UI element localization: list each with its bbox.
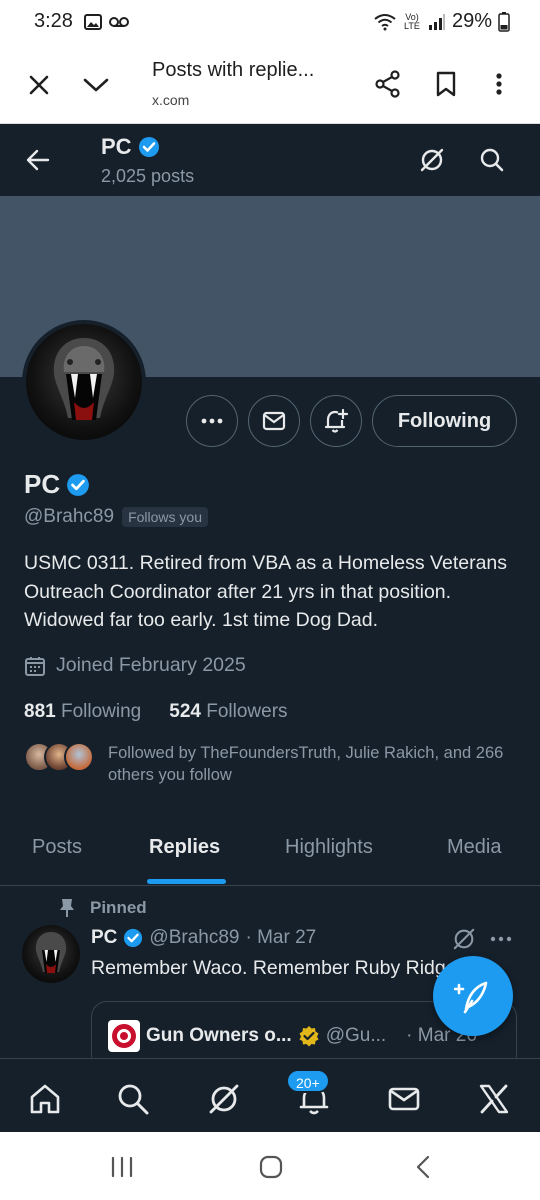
active-tab-indicator	[147, 879, 226, 884]
search-icon[interactable]	[474, 142, 510, 178]
profile-tabs: Posts Replies Highlights Media	[0, 820, 540, 886]
tweet-author-handle: @Brahc89	[149, 927, 240, 948]
verified-badge-icon	[138, 136, 160, 158]
more-options-button[interactable]	[186, 395, 238, 447]
close-icon[interactable]	[22, 68, 56, 102]
header-name: PC	[101, 134, 160, 160]
status-time: 3:28	[34, 10, 73, 32]
messages-icon[interactable]	[384, 1079, 424, 1119]
tweet-date: · Mar 27	[245, 927, 317, 948]
back-nav-icon[interactable]	[408, 1152, 438, 1182]
tweet-author-avatar[interactable]	[22, 925, 80, 983]
browser-page-title: Posts with replie...	[152, 59, 315, 81]
message-button[interactable]	[248, 395, 300, 447]
voicemail-icon	[108, 13, 130, 31]
home-nav-icon[interactable]	[256, 1152, 286, 1182]
tweet-text: Remember Waco. Remember Ruby Ridge	[91, 957, 457, 979]
profile-header-bar: PC 2,025 posts	[0, 124, 540, 196]
grok-icon[interactable]	[452, 927, 476, 951]
chevron-down-icon[interactable]	[78, 68, 114, 102]
gallery-notification-icon	[84, 13, 102, 31]
browser-url: x.com	[152, 92, 190, 108]
status-bar: 3:28 Vo) LTE 29%	[0, 0, 540, 46]
avatar	[64, 742, 94, 772]
bookmark-icon[interactable]	[428, 66, 464, 102]
recent-apps-icon[interactable]	[107, 1152, 137, 1182]
compose-post-button[interactable]	[433, 956, 513, 1036]
tweet-more-icon[interactable]	[490, 927, 512, 951]
system-navigation-bar	[0, 1132, 540, 1200]
header-posts-count: 2,025 posts	[101, 166, 195, 186]
grok-icon[interactable]	[204, 1079, 244, 1119]
volte-lte-icon: Vo) LTE	[404, 11, 420, 31]
notify-bell-button[interactable]	[310, 395, 362, 447]
profile-avatar[interactable]	[22, 320, 146, 444]
followers-count-link[interactable]: 524 Followers	[169, 701, 287, 723]
profile-handle: @Brahc89	[24, 506, 115, 527]
tab-highlights[interactable]: Highlights	[285, 836, 373, 859]
share-icon[interactable]	[370, 66, 406, 102]
tweet-author-name[interactable]: PC	[91, 927, 117, 949]
more-vert-icon[interactable]	[484, 66, 514, 102]
pin-icon	[58, 898, 76, 918]
pinned-label-row: Pinned	[58, 898, 147, 918]
battery-percent: 29%	[451, 10, 492, 32]
notifications-badge: 20+	[286, 1069, 330, 1093]
joined-date: Joined February 2025	[24, 654, 246, 677]
profile-name: PC	[24, 469, 90, 500]
verified-badge-icon	[123, 928, 143, 948]
wifi-icon	[374, 13, 396, 31]
followed-by-text: Followed by TheFoundersTruth, Julie Raki…	[108, 744, 504, 784]
profile-bio: USMC 0311. Retired from VBA as a Homeles…	[24, 552, 508, 631]
battery-icon	[498, 11, 510, 32]
following-count-link[interactable]: 881 Following	[24, 701, 141, 723]
follower-avatars	[24, 742, 94, 772]
signal-icon	[428, 13, 446, 31]
handle-row: @Brahc89 Follows you	[24, 506, 208, 528]
following-button[interactable]: Following	[372, 395, 517, 447]
tab-replies[interactable]: Replies	[149, 836, 220, 859]
grok-icon[interactable]	[414, 142, 450, 178]
bottom-navigation: 20+	[0, 1058, 540, 1132]
home-icon[interactable]	[25, 1079, 65, 1119]
explore-search-icon[interactable]	[113, 1079, 153, 1119]
browser-toolbar: Posts with replie... x.com	[0, 46, 540, 124]
calendar-icon	[24, 655, 46, 677]
follows-you-badge: Follows you	[122, 507, 208, 527]
quote-author-logo	[108, 1020, 140, 1052]
verified-badge-icon	[66, 473, 90, 497]
follow-counts: 881 Following 524 Followers	[24, 701, 288, 723]
followed-by-row[interactable]: Followed by TheFoundersTruth, Julie Raki…	[24, 742, 528, 786]
gold-verified-badge-icon	[298, 1025, 320, 1047]
tab-media[interactable]: Media	[447, 836, 501, 859]
quote-author-name: Gun Owners o...	[146, 1025, 292, 1046]
quote-author-handle: @Gu...	[325, 1025, 387, 1046]
tab-posts[interactable]: Posts	[32, 836, 82, 859]
back-arrow-icon[interactable]	[20, 142, 56, 178]
tweet-header: PC @Brahc89 · Mar 27	[91, 927, 316, 949]
x-logo-icon[interactable]	[474, 1079, 514, 1119]
